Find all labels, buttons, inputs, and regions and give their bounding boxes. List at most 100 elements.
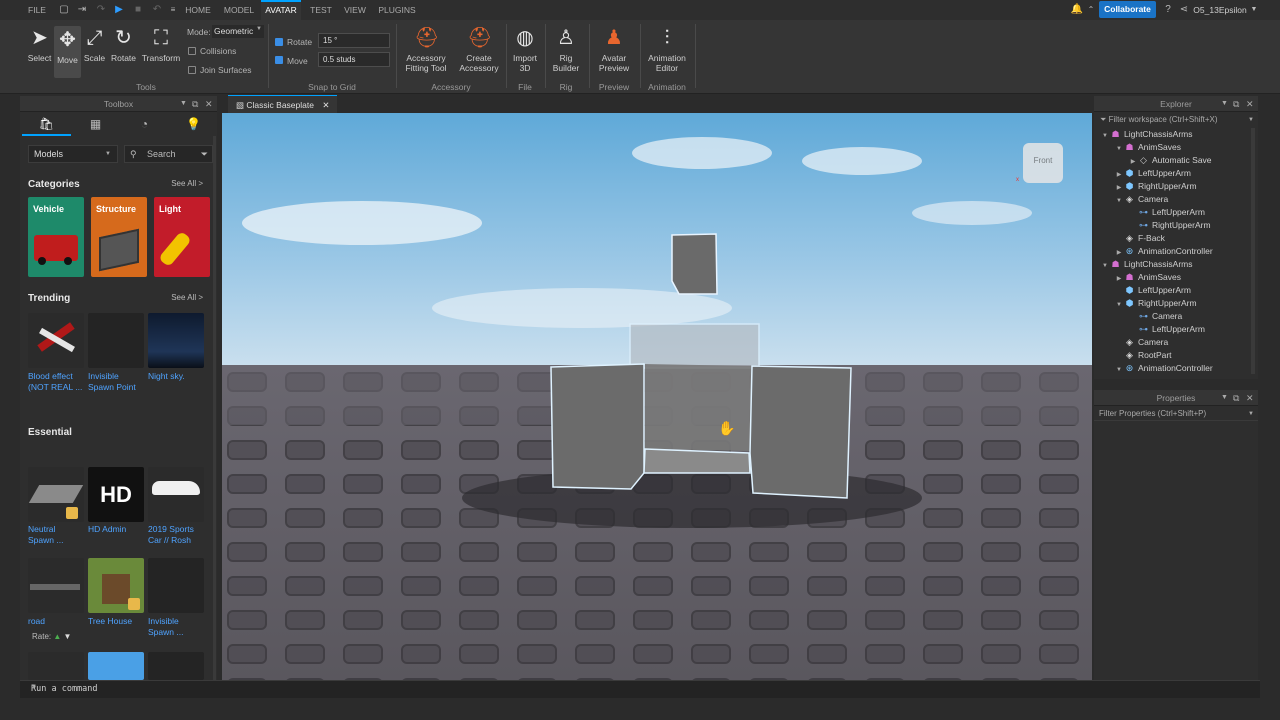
tab-view[interactable]: VIEW <box>341 0 369 20</box>
asset-thumbnail[interactable] <box>148 558 204 613</box>
category-light[interactable]: Light <box>154 197 210 277</box>
asset-name[interactable]: HD Admin <box>88 524 148 535</box>
asset-name[interactable]: Blood effect (NOT REAL ... <box>28 371 88 393</box>
asset-name[interactable]: Tree House <box>88 616 148 627</box>
rotate-snap-input[interactable]: 15 ° <box>318 33 390 48</box>
accessory-fitting-tool-button[interactable]: ⛑ Accessory Fitting Tool <box>402 26 450 73</box>
asset-thumbnail[interactable] <box>28 467 84 522</box>
undo-icon[interactable]: ↶ <box>150 3 164 17</box>
popout-icon[interactable]: ⧉ <box>192 96 198 112</box>
rig-builder-button[interactable]: ♙ Rig Builder <box>549 26 583 73</box>
search-input[interactable]: ⚲ Search ⏷ <box>124 145 213 163</box>
move-snap-checkbox[interactable] <box>275 56 283 64</box>
explorer-row[interactable]: ◈ Camera <box>1094 336 1168 349</box>
explorer-row[interactable]: ◈ RootPart <box>1094 349 1172 362</box>
asset-name[interactable]: 2019 Sports Car // Rosh <box>148 524 208 546</box>
explorer-row[interactable]: ▶ ◇ Automatic Save <box>1094 154 1212 167</box>
properties-filter-input[interactable]: Filter Properties (Ctrl+Shift+P) ▼ <box>1094 407 1258 421</box>
asset-name[interactable]: Night sky. <box>148 371 208 382</box>
chevron-down-icon[interactable]: ▼ <box>1247 3 1261 17</box>
trending-see-all-link[interactable]: See All > <box>171 293 203 302</box>
command-bar[interactable]: Run a command ▼ <box>20 680 1260 698</box>
chevron-down-icon[interactable]: ▼ <box>1221 390 1228 406</box>
tab-avatar[interactable]: AVATAR <box>261 0 301 20</box>
filter-icon[interactable]: ⏷ <box>201 146 208 162</box>
chevron-down-icon[interactable]: ▼ <box>180 96 187 112</box>
close-icon[interactable]: ✕ <box>205 96 213 112</box>
category-vehicle[interactable]: Vehicle <box>28 197 84 277</box>
chevron-down-icon[interactable]: ▼ <box>1221 96 1228 112</box>
user-name[interactable]: O5_13Epsilon <box>1192 0 1248 20</box>
explorer-row[interactable]: ▼ ⬢ RightUpperArm <box>1094 297 1197 310</box>
explorer-row[interactable]: ⬢ LeftUpperArm <box>1094 284 1191 297</box>
asset-name[interactable]: road <box>28 616 88 627</box>
torso-part[interactable] <box>629 323 760 369</box>
tab-test[interactable]: TEST <box>307 0 335 20</box>
asset-thumbnail[interactable] <box>88 558 144 613</box>
popout-icon[interactable]: ⧉ <box>1233 390 1239 406</box>
explorer-row[interactable]: ⊶ Camera <box>1094 310 1182 323</box>
explorer-row[interactable]: ▼ ☗ AnimSaves <box>1094 141 1181 154</box>
category-dropdown[interactable]: Models ▼ <box>28 145 118 163</box>
explorer-row[interactable]: ▶ ⊛ AnimationController <box>1094 245 1213 258</box>
notification-icon[interactable]: 🔔 <box>1070 3 1084 17</box>
tab-classic-baseplate[interactable]: ▧ Classic Baseplate ✕ <box>228 95 338 113</box>
import-3d-button[interactable]: ◍ Import 3D <box>509 26 541 73</box>
join-surfaces-checkbox[interactable] <box>188 66 196 74</box>
asset-thumbnail[interactable] <box>88 652 144 680</box>
explorer-row[interactable]: ▼ ⊛ AnimationController <box>1094 362 1213 374</box>
explorer-row[interactable]: ⊶ LeftUpperArm <box>1094 206 1205 219</box>
explorer-row[interactable]: ▼ ☗ LightChassisArms <box>1094 128 1192 141</box>
avatar-preview-button[interactable]: ♟ Avatar Preview <box>594 26 634 73</box>
close-icon[interactable]: ✕ <box>1246 96 1254 112</box>
explorer-row[interactable]: ▶ ⬢ RightUpperArm <box>1094 180 1197 193</box>
categories-see-all-link[interactable]: See All > <box>171 179 203 188</box>
asset-thumbnail[interactable] <box>88 313 144 368</box>
left-upper-arm-part[interactable] <box>550 363 645 490</box>
asset-thumbnail[interactable] <box>28 558 84 613</box>
close-icon[interactable]: ✕ <box>1246 390 1254 406</box>
new-file-icon[interactable]: ▢ <box>57 3 71 17</box>
tab-home[interactable]: HOME <box>183 0 213 20</box>
play-icon[interactable]: ▶ <box>112 3 126 17</box>
animation-editor-button[interactable]: ⫶ Animation Editor <box>644 26 690 73</box>
right-upper-arm-part[interactable] <box>749 365 852 499</box>
tab-recent[interactable]: ◔ <box>120 112 169 136</box>
rotate-snap-checkbox[interactable] <box>275 38 283 46</box>
asset-thumbnail[interactable] <box>28 652 84 680</box>
explorer-row[interactable]: ▶ ☗ AnimSaves <box>1094 271 1181 284</box>
head-part[interactable] <box>671 233 718 295</box>
asset-name[interactable]: Invisible Spawn Point <box>88 371 148 393</box>
explorer-row[interactable]: ▼ ◈ Camera <box>1094 193 1168 206</box>
close-icon[interactable]: ✕ <box>322 100 329 110</box>
select-tool[interactable]: ➤ Select <box>26 26 53 78</box>
asset-thumbnail[interactable] <box>148 652 204 680</box>
chevron-down-icon[interactable]: ▼ <box>31 684 1254 690</box>
asset-thumbnail[interactable]: HD <box>88 467 144 522</box>
thumbs-down-icon[interactable]: ▼ <box>64 632 72 641</box>
expand-icon[interactable]: ⌃ <box>1084 3 1098 17</box>
asset-name[interactable]: Neutral Spawn ... <box>28 524 88 546</box>
redo-disabled-icon[interactable]: ↷ <box>94 3 108 17</box>
3d-viewport[interactable]: ✋ Front x <box>222 113 1092 680</box>
exit-icon[interactable]: ⇥ <box>75 3 89 17</box>
category-structure[interactable]: Structure <box>91 197 147 277</box>
tab-plugins[interactable]: PLUGINS <box>376 0 418 20</box>
explorer-row[interactable]: ▼ ☗ LightChassisArms <box>1094 258 1192 271</box>
tab-creations[interactable]: 💡 <box>169 112 218 136</box>
scale-tool[interactable]: ⤢ Scale <box>82 26 107 63</box>
tab-inventory[interactable]: ▦ <box>71 112 120 136</box>
create-accessory-button[interactable]: ⛑ Create Accessory <box>457 26 501 73</box>
tab-marketplace[interactable]: 🛍 <box>22 112 71 136</box>
collapse-arrow-icon[interactable]: ▼ <box>1114 364 1124 374</box>
help-icon[interactable]: ? <box>1161 3 1175 17</box>
move-snap-input[interactable]: 0.5 studs <box>318 52 390 67</box>
toolbox-scrollbar[interactable] <box>213 136 216 680</box>
explorer-row[interactable]: ⊶ RightUpperArm <box>1094 219 1211 232</box>
explorer-row[interactable]: ▶ ⬢ LeftUpperArm <box>1094 167 1191 180</box>
asset-thumbnail[interactable] <box>28 313 84 368</box>
rotate-tool[interactable]: ↻ Rotate <box>109 26 138 63</box>
asset-thumbnail[interactable] <box>148 313 204 368</box>
stop-icon[interactable]: ■ <box>131 3 145 17</box>
tab-model[interactable]: MODEL <box>222 0 256 20</box>
